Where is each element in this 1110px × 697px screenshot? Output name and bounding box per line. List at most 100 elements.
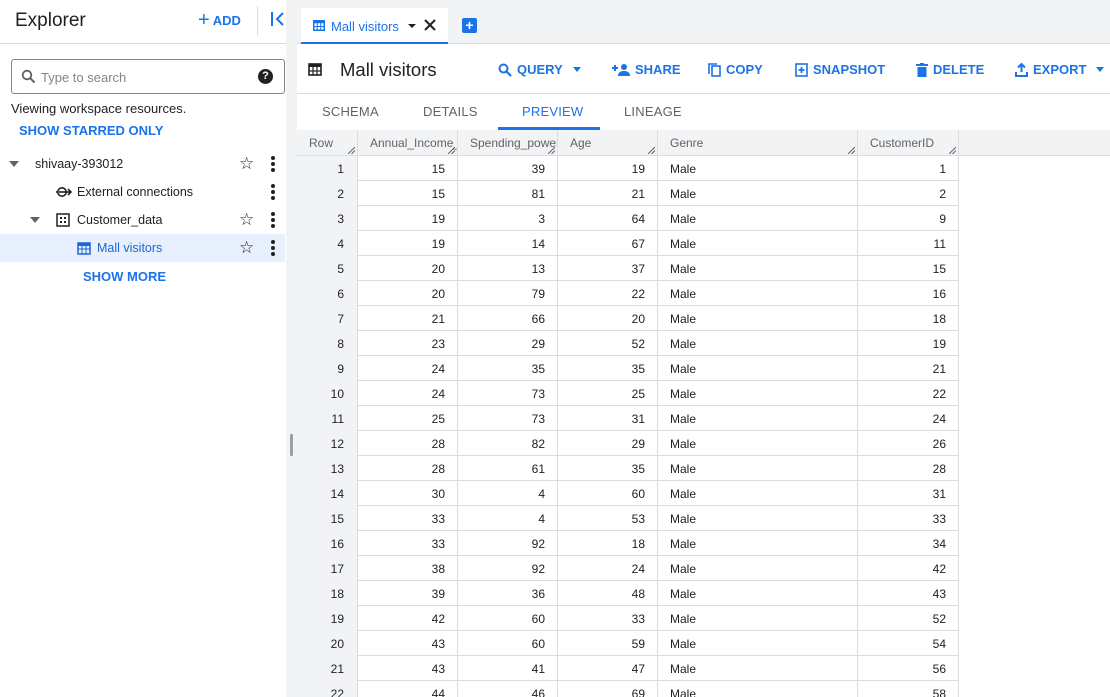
snapshot-button[interactable]: SNAPSHOT	[795, 62, 885, 77]
export-button[interactable]: EXPORT	[1015, 62, 1105, 77]
collapse-panel-icon[interactable]	[270, 10, 286, 28]
age-cell: 24	[558, 556, 658, 581]
spending-power-cell: 60	[458, 606, 558, 631]
row-number-cell: 21	[297, 656, 358, 681]
genre-cell: Male	[658, 406, 858, 431]
column-header[interactable]: Row	[297, 130, 358, 156]
resize-handle-icon[interactable]	[848, 147, 855, 154]
table-row[interactable]: 7 21 66 20 Male 18	[297, 306, 959, 331]
delete-button[interactable]: DELETE	[916, 62, 984, 77]
tab-details[interactable]: DETAILS	[423, 104, 478, 119]
resize-handle-icon[interactable]	[348, 147, 355, 154]
more-options-icon[interactable]	[268, 184, 278, 200]
more-options-icon[interactable]	[268, 212, 278, 228]
table-row[interactable]: 17 38 92 24 Male 42	[297, 556, 959, 581]
resize-handle-icon[interactable]	[448, 147, 455, 154]
new-tab-plus-icon[interactable]: +	[462, 18, 477, 33]
column-header[interactable]: Age	[558, 130, 658, 156]
tree-item-table-selected[interactable]: Mall visitors ☆	[0, 234, 285, 262]
table-row[interactable]: 1 15 39 19 Male 1	[297, 156, 959, 181]
search-icon	[498, 63, 512, 77]
table-row[interactable]: 9 24 35 35 Male 21	[297, 356, 959, 381]
tab-title: Mall visitors	[331, 19, 399, 34]
tab-preview[interactable]: PREVIEW	[522, 104, 583, 119]
table-row[interactable]: 22 44 46 69 Male 58	[297, 681, 959, 697]
resize-handle-icon[interactable]	[949, 147, 956, 154]
tab-mall-visitors[interactable]: Mall visitors	[301, 8, 448, 44]
resize-handle-icon[interactable]	[548, 147, 555, 154]
spending-power-cell: 82	[458, 431, 558, 456]
resize-handle-icon[interactable]	[648, 147, 655, 154]
column-header[interactable]: Spending_power	[458, 130, 558, 156]
table-row[interactable]: 13 28 61 35 Male 28	[297, 456, 959, 481]
more-options-icon[interactable]	[268, 156, 278, 172]
customer-id-cell: 42	[858, 556, 959, 581]
spending-power-cell: 14	[458, 231, 558, 256]
table-row[interactable]: 11 25 73 31 Male 24	[297, 406, 959, 431]
panel-splitter[interactable]	[286, 0, 297, 697]
row-number-cell: 2	[297, 181, 358, 206]
tab-lineage[interactable]: LINEAGE	[624, 104, 682, 119]
show-starred-only-link[interactable]: SHOW STARRED ONLY	[19, 123, 163, 138]
table-row[interactable]: 15 33 4 53 Male 33	[297, 506, 959, 531]
tree-item-dataset[interactable]: Customer_data ☆	[0, 206, 285, 234]
more-options-icon[interactable]	[268, 240, 278, 256]
tab-schema[interactable]: SCHEMA	[322, 104, 379, 119]
spending-power-cell: 4	[458, 481, 558, 506]
tree-item-label: Mall visitors	[97, 241, 163, 255]
table-row[interactable]: 18 39 36 48 Male 43	[297, 581, 959, 606]
tree-item-external-connections[interactable]: External connections	[0, 178, 285, 206]
expand-caret-icon[interactable]	[30, 217, 40, 223]
table-row[interactable]: 10 24 73 25 Male 22	[297, 381, 959, 406]
star-icon[interactable]: ☆	[239, 211, 254, 228]
explorer-title: Explorer	[15, 10, 86, 31]
row-number-cell: 9	[297, 356, 358, 381]
annual-income-cell: 25	[358, 406, 458, 431]
query-button[interactable]: QUERY	[498, 62, 581, 77]
share-button[interactable]: SHARE	[612, 62, 681, 77]
column-header[interactable]: Genre	[658, 130, 858, 156]
table-row[interactable]: 3 19 3 64 Male 9	[297, 206, 959, 231]
table-row[interactable]: 2 15 81 21 Male 2	[297, 181, 959, 206]
table-row[interactable]: 14 30 4 60 Male 31	[297, 481, 959, 506]
table-row[interactable]: 6 20 79 22 Male 16	[297, 281, 959, 306]
tree-item-project[interactable]: shivaay-393012 ☆	[0, 150, 285, 178]
table-row[interactable]: 12 28 82 29 Male 26	[297, 431, 959, 456]
spending-power-cell: 13	[458, 256, 558, 281]
table-row[interactable]: 21 43 41 47 Male 56	[297, 656, 959, 681]
row-number-cell: 10	[297, 381, 358, 406]
age-cell: 37	[558, 256, 658, 281]
column-header[interactable]: CustomerID	[858, 130, 959, 156]
copy-button[interactable]: COPY	[708, 62, 763, 77]
show-more-link[interactable]: SHOW MORE	[83, 269, 166, 284]
close-icon[interactable]	[423, 18, 437, 32]
table-row[interactable]: 8 23 29 52 Male 19	[297, 331, 959, 356]
add-button[interactable]: + ADD	[198, 10, 241, 30]
table-row[interactable]: 19 42 60 33 Male 52	[297, 606, 959, 631]
table-row[interactable]: 16 33 92 18 Male 34	[297, 531, 959, 556]
spending-power-cell: 92	[458, 556, 558, 581]
table-row[interactable]: 20 43 60 59 Male 54	[297, 631, 959, 656]
expand-caret-icon[interactable]	[9, 161, 19, 167]
table-row[interactable]: 5 20 13 37 Male 15	[297, 256, 959, 281]
table-row[interactable]: 4 19 14 67 Male 11	[297, 231, 959, 256]
star-icon[interactable]: ☆	[239, 239, 254, 256]
tab-dropdown-icon[interactable]	[408, 24, 416, 28]
column-header[interactable]: Annual_Income_	[358, 130, 458, 156]
annual-income-cell: 43	[358, 656, 458, 681]
customer-id-cell: 31	[858, 481, 959, 506]
customer-id-cell: 18	[858, 306, 959, 331]
spending-power-cell: 61	[458, 456, 558, 481]
annual-income-cell: 33	[358, 531, 458, 556]
splitter-handle[interactable]	[290, 434, 293, 456]
age-cell: 35	[558, 356, 658, 381]
row-number-cell: 8	[297, 331, 358, 356]
preview-table: Row Annual_Income_ Spending_power Age Genre C…	[297, 130, 1110, 697]
age-cell: 19	[558, 156, 658, 181]
export-icon	[1015, 62, 1028, 77]
search-input[interactable]	[41, 67, 251, 87]
star-icon[interactable]: ☆	[239, 155, 254, 172]
customer-id-cell: 56	[858, 656, 959, 681]
annual-income-cell: 43	[358, 631, 458, 656]
help-icon[interactable]: ?	[258, 69, 273, 84]
